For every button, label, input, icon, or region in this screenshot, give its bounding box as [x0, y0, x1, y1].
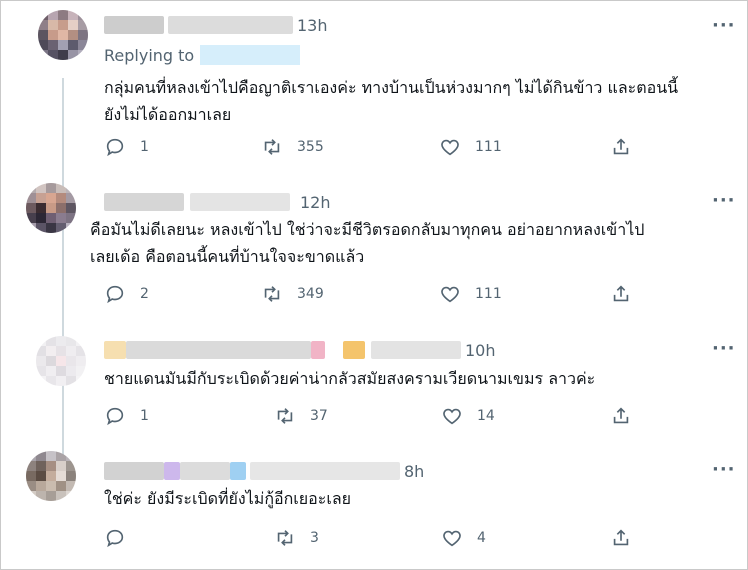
reply-icon	[106, 407, 124, 426]
more-icon[interactable]: ···	[712, 190, 736, 211]
timestamp[interactable]: 10h	[465, 341, 496, 360]
more-icon[interactable]: ···	[712, 15, 736, 36]
tweet-text-line: ใช่ค่ะ ยังมีระเบิดที่ยังไม่กู้อีกเยอะเลย	[104, 489, 351, 508]
like-button[interactable]: 4	[441, 527, 486, 549]
like-count: 14	[477, 408, 495, 424]
retweet-button[interactable]: 37	[274, 405, 328, 427]
timestamp[interactable]: 8h	[404, 462, 424, 481]
tweet-text-line: กลุ่มคนที่หลงเข้าไปคือญาติเราเองค่ะ ทางบ…	[104, 78, 679, 97]
reply-icon	[106, 138, 124, 157]
like-count: 4	[477, 530, 486, 546]
action-bar: 2 349 111	[104, 283, 644, 307]
blurred-display-name[interactable]	[104, 16, 164, 34]
blurred-username[interactable]	[168, 16, 293, 34]
tweet-text: ชายแดนมันมีกับระเบิดด้วยค่าน่ากลัวสมัยสง…	[104, 365, 734, 392]
share-button[interactable]	[610, 283, 632, 305]
share-button[interactable]	[610, 136, 632, 158]
share-button[interactable]	[610, 405, 632, 427]
action-bar: 1 37 14	[104, 405, 644, 429]
retweet-button[interactable]: 349	[261, 283, 324, 305]
blurred-display-name[interactable]	[104, 341, 126, 359]
reply-button[interactable]: 1	[104, 136, 149, 158]
tweet-3[interactable]: 10h ··· ชายแดนมันมีกับระเบิดด้วยค่าน่ากล…	[1, 321, 748, 439]
retweet-button[interactable]: 355	[261, 136, 324, 158]
blurred-display-name[interactable]	[126, 341, 311, 359]
like-button[interactable]: 111	[439, 283, 502, 305]
reply-icon	[106, 285, 124, 304]
timestamp[interactable]: 13h	[297, 16, 328, 35]
reply-count: 2	[140, 286, 149, 302]
like-count: 111	[475, 139, 502, 155]
blurred-username[interactable]	[250, 462, 400, 480]
timestamp[interactable]: 12h	[300, 193, 331, 212]
reply-count: 1	[140, 139, 149, 155]
retweet-icon	[264, 139, 280, 155]
blurred-mention-link[interactable]	[200, 45, 301, 65]
blurred-emoji	[164, 462, 180, 480]
share-icon	[613, 529, 629, 546]
tweet-text-line: ชายแดนมันมีกับระเบิดด้วยค่าน่ากลัวสมัยสง…	[104, 369, 596, 388]
more-icon[interactable]: ···	[712, 459, 736, 480]
tweet-text-line: ยังไม่ได้ออกมาเลย	[104, 105, 232, 124]
tweet-4[interactable]: 8h ··· ใช่ค่ะ ยังมีระเบิดที่ยังไม่กู้อีก…	[1, 439, 748, 570]
tweet-text: ใช่ค่ะ ยังมีระเบิดที่ยังไม่กู้อีกเยอะเลย	[104, 485, 734, 512]
replying-to: Replying to	[104, 45, 301, 65]
retweet-icon	[277, 408, 293, 424]
reply-icon	[106, 529, 124, 548]
tweet-header: 12h	[104, 190, 331, 214]
tweet-text: คือมันไม่ดีเลยนะ หลงเข้าไป ใช่ว่าจะมีชีว…	[90, 216, 720, 270]
avatar[interactable]	[38, 10, 88, 60]
retweet-icon	[264, 286, 280, 302]
more-icon[interactable]: ···	[712, 338, 736, 359]
reply-button[interactable]	[104, 527, 140, 549]
blurred-display-name[interactable]	[104, 193, 184, 211]
tweet-header: 10h	[104, 338, 496, 362]
share-icon	[613, 138, 629, 155]
like-button[interactable]: 14	[441, 405, 495, 427]
blurred-emoji	[325, 341, 343, 359]
avatar[interactable]	[26, 183, 76, 233]
blurred-emoji	[230, 462, 246, 480]
retweet-count: 3	[310, 530, 319, 546]
like-icon	[441, 139, 459, 156]
retweet-button[interactable]: 3	[274, 527, 319, 549]
retweet-count: 37	[310, 408, 328, 424]
like-icon	[443, 530, 461, 547]
blurred-emoji	[311, 341, 325, 359]
tweet-text: กลุ่มคนที่หลงเข้าไปคือญาติเราเองค่ะ ทางบ…	[104, 74, 734, 128]
reply-thread: 13h ··· Replying to กลุ่มคนที่หลงเข้าไปค…	[0, 0, 748, 570]
share-icon	[613, 407, 629, 424]
tweet-2[interactable]: 12h ··· คือมันไม่ดีเลยนะ หลงเข้าไป ใช่ว่…	[1, 173, 748, 321]
tweet-text-line: เลยเด้อ คือตอนนี้คนที่บ้านใจจะขาดแล้ว	[90, 247, 365, 266]
retweet-count: 355	[297, 139, 324, 155]
blurred-username[interactable]	[190, 193, 290, 211]
like-icon	[441, 286, 459, 303]
blurred-display-name[interactable]	[104, 462, 164, 480]
reply-button[interactable]: 1	[104, 405, 149, 427]
action-bar: 1 355 111	[104, 136, 644, 160]
retweet-count: 349	[297, 286, 324, 302]
share-icon	[613, 285, 629, 302]
like-icon	[443, 408, 461, 425]
like-button[interactable]: 111	[439, 136, 502, 158]
reply-count: 1	[140, 408, 149, 424]
blurred-display-name[interactable]	[180, 462, 230, 480]
blurred-emoji	[343, 341, 365, 359]
tweet-1[interactable]: 13h ··· Replying to กลุ่มคนที่หลงเข้าไปค…	[1, 1, 748, 173]
avatar[interactable]	[26, 451, 76, 501]
tweet-header: 8h	[104, 459, 424, 483]
retweet-icon	[277, 530, 293, 546]
tweet-text-line: คือมันไม่ดีเลยนะ หลงเข้าไป ใช่ว่าจะมีชีว…	[90, 220, 645, 239]
share-button[interactable]	[610, 527, 632, 549]
action-bar: 3 4	[104, 527, 644, 551]
avatar[interactable]	[36, 336, 86, 386]
like-count: 111	[475, 286, 502, 302]
blurred-username[interactable]	[371, 341, 461, 359]
tweet-header: 13h	[104, 13, 328, 37]
replying-to-label: Replying to	[104, 45, 195, 65]
reply-button[interactable]: 2	[104, 283, 149, 305]
